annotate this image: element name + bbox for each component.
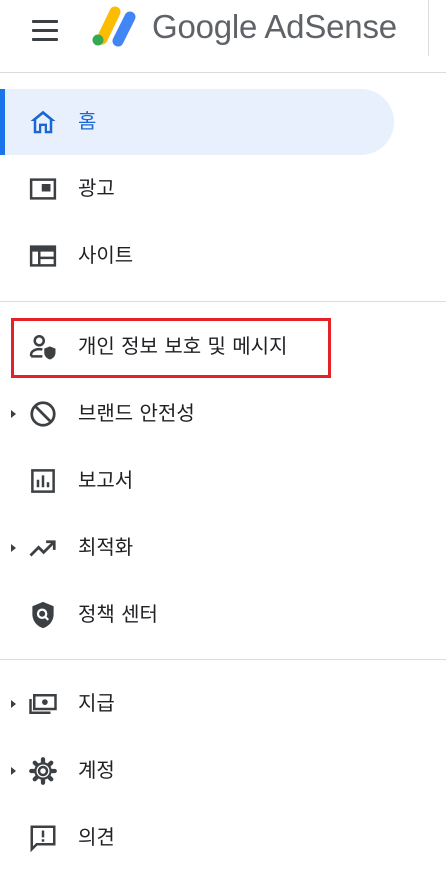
expand-caret-icon[interactable] — [11, 544, 16, 552]
expand-caret-icon[interactable] — [11, 767, 16, 775]
nav-item-account[interactable]: 계정 — [0, 738, 400, 804]
nav-label-ads: 광고 — [78, 176, 115, 200]
product-name: Google AdSense — [152, 8, 397, 45]
nav-item-policy-center[interactable]: 정책 센터 — [0, 582, 400, 648]
gear-icon — [28, 756, 58, 786]
bar-chart-icon — [28, 466, 58, 496]
nav-label-policy-center: 정책 센터 — [78, 602, 158, 626]
main-menu-button[interactable] — [28, 14, 62, 48]
menu-icon-line — [32, 29, 58, 32]
trending-up-icon — [28, 533, 58, 563]
payments-icon — [28, 689, 58, 719]
adsense-logo-icon[interactable] — [88, 5, 138, 47]
nav-item-brand-safety[interactable]: 브랜드 안전성 — [0, 381, 400, 447]
ad-units-icon — [28, 174, 58, 204]
nav-label-reports: 보고서 — [78, 468, 134, 492]
menu-icon-line — [32, 20, 58, 23]
top-app-bar: Google AdSense — [0, 0, 446, 73]
nav-label-brand-safety: 브랜드 안전성 — [78, 401, 195, 425]
expand-caret-icon[interactable] — [11, 700, 16, 708]
nav-item-feedback[interactable]: 의견 — [0, 805, 400, 871]
nav-item-home[interactable]: 홈 — [0, 89, 400, 155]
nav-item-optimization[interactable]: 최적화 — [0, 515, 400, 581]
nav-label-payments: 지급 — [78, 691, 115, 715]
nav-divider — [0, 301, 446, 302]
highlight-box — [11, 318, 331, 378]
active-indicator-bg — [0, 89, 394, 155]
block-icon — [28, 399, 58, 429]
header-divider — [428, 0, 429, 56]
nav-item-ads[interactable]: 광고 — [0, 156, 400, 222]
nav-label-account: 계정 — [78, 758, 115, 782]
home-icon — [28, 107, 58, 137]
feedback-icon — [28, 823, 58, 853]
nav-label-sites: 사이트 — [78, 243, 134, 267]
active-indicator-bar — [0, 89, 5, 155]
nav-label-feedback: 의견 — [78, 825, 115, 849]
expand-caret-icon[interactable] — [11, 410, 16, 418]
nav-label-optimization: 최적화 — [78, 535, 134, 559]
policy-icon — [28, 600, 58, 630]
nav-divider — [0, 659, 446, 660]
nav-item-sites[interactable]: 사이트 — [0, 223, 400, 289]
nav-item-payments[interactable]: 지급 — [0, 671, 400, 737]
nav-label-home: 홈 — [78, 109, 97, 133]
web-icon — [28, 241, 58, 271]
nav-item-reports[interactable]: 보고서 — [0, 448, 400, 514]
menu-icon-line — [32, 38, 58, 41]
